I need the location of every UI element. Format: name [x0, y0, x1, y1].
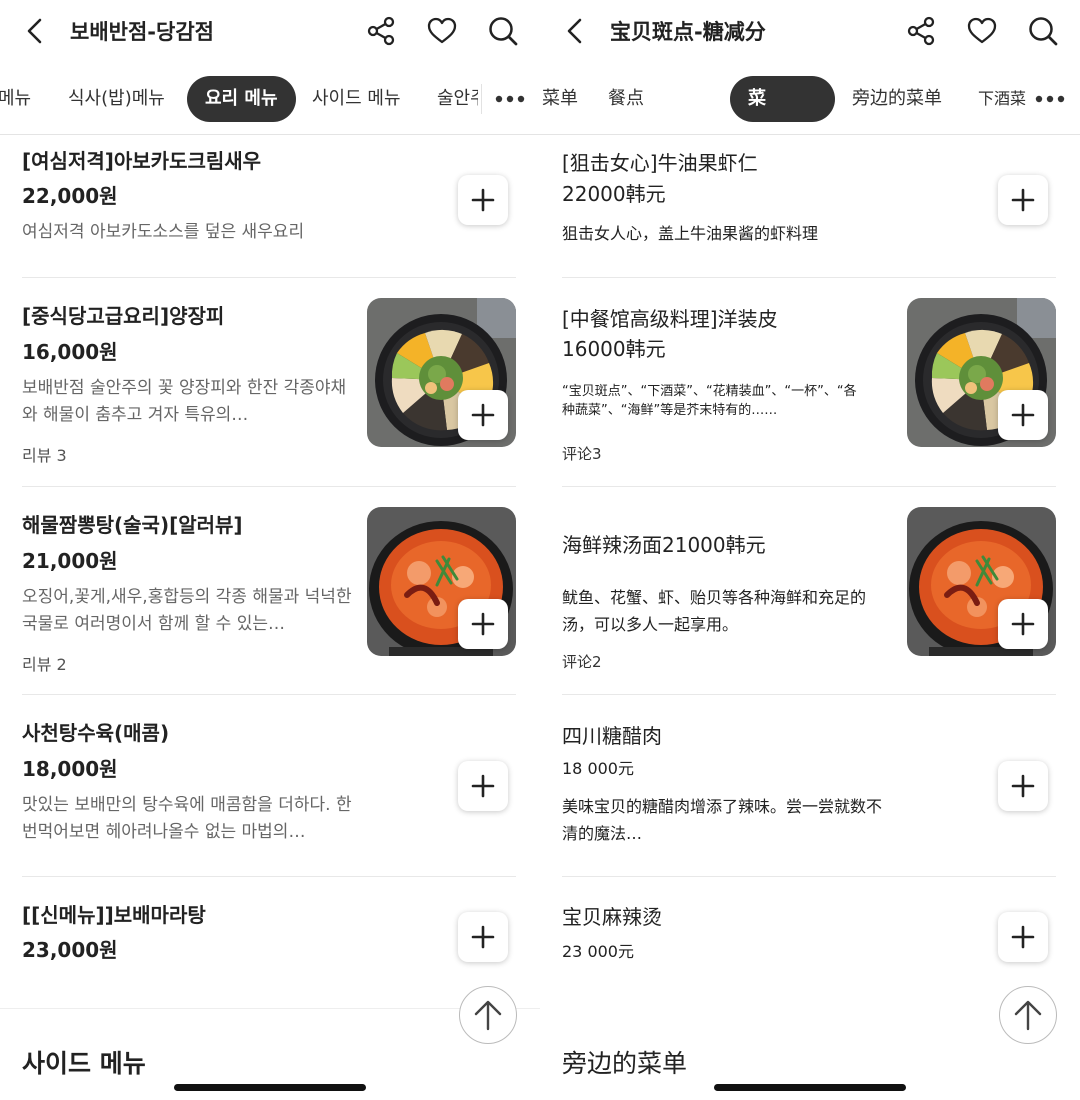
- share-icon[interactable]: [364, 14, 398, 48]
- store-title: 宝贝斑点-糖减分: [610, 20, 766, 44]
- add-to-cart-button[interactable]: [998, 599, 1048, 649]
- item-description: 오징어,꽃게,새우,홍합등의 각종 해물과 넉넉한 국물로 여러명이서 함께 할…: [22, 587, 352, 634]
- add-to-cart-button[interactable]: [458, 761, 508, 811]
- back-arrow-icon[interactable]: [558, 14, 592, 48]
- tab-side[interactable]: 사이드 메뉴: [312, 76, 401, 122]
- item-price: 16,000원: [22, 340, 118, 364]
- item-description: “宝贝斑点”、“下酒菜”、“花精装血”、“一杯”、“各种蔬菜”、“海鲜”等是芥末…: [562, 384, 857, 418]
- tab-meal[interactable]: 餐点: [608, 76, 644, 122]
- add-to-cart-button[interactable]: [998, 390, 1048, 440]
- item-name: [여심저격]아보카도크림새우: [22, 149, 262, 173]
- tabs-divider-line: [0, 134, 540, 135]
- item-description: 美味宝贝的糖醋肉增添了辣味。尝一尝就数不清的魔法…: [562, 797, 883, 843]
- tab-snacks[interactable]: 下酒菜: [978, 76, 1026, 122]
- tab-menu[interactable]: 菜单: [542, 76, 578, 122]
- tab-side[interactable]: 旁边的菜单: [852, 76, 942, 122]
- item-name: 해물짬뽕탕(술국)[알러뷰]: [22, 513, 243, 537]
- header: 宝贝斑点-糖减分: [540, 0, 1080, 64]
- add-to-cart-button[interactable]: [998, 175, 1048, 225]
- scroll-up-arrow-icon[interactable]: [999, 986, 1057, 1044]
- menu-category-tabs: 메뉴 식사(밥)메뉴 요리 메뉴 사이드 메뉴 술안주: [0, 76, 540, 122]
- home-indicator[interactable]: [714, 1084, 906, 1091]
- item-separator: [562, 277, 1056, 278]
- heart-icon[interactable]: [965, 14, 999, 48]
- item-name: 宝贝麻辣烫: [562, 905, 662, 929]
- item-price: 18,000원: [22, 757, 118, 781]
- item-price: 22000韩元: [562, 182, 666, 206]
- add-to-cart-button[interactable]: [458, 175, 508, 225]
- item-description: 보배반점 술안주의 꽃 양장피와 한잔 각종야채와 해물이 춤추고 겨자 특유의…: [22, 378, 347, 425]
- section-title: 사이드 메뉴: [22, 1049, 146, 1078]
- item-name: 사천탕수육(매콤): [22, 721, 170, 745]
- add-to-cart-button[interactable]: [998, 912, 1048, 962]
- scroll-up-arrow-icon[interactable]: [459, 986, 517, 1044]
- item-separator: [22, 694, 516, 695]
- item-separator: [562, 486, 1056, 487]
- tab-dishes[interactable]: 菜: [730, 76, 835, 122]
- item-price: 16000韩元: [562, 337, 666, 361]
- item-price: 23 000元: [562, 942, 634, 961]
- home-indicator[interactable]: [174, 1084, 366, 1091]
- item-price: 21,000원: [22, 549, 118, 573]
- item-name: 四川糖醋肉: [562, 724, 662, 748]
- add-to-cart-button[interactable]: [458, 599, 508, 649]
- review-count: 评论3: [562, 445, 602, 463]
- heart-icon[interactable]: [425, 14, 459, 48]
- item-separator: [22, 486, 516, 487]
- item-separator: [562, 876, 1056, 877]
- item-separator: [562, 694, 1056, 695]
- item-description: 鱿鱼、花蟹、虾、贻贝等各种海鲜和充足的汤，可以多人一起享用。: [562, 588, 867, 634]
- item-price: 23,000원: [22, 938, 118, 962]
- item-description: 狙击女人心，盖上牛油果酱的虾料理: [562, 224, 819, 243]
- share-icon[interactable]: [904, 14, 938, 48]
- tab-dishes[interactable]: 요리 메뉴: [187, 76, 296, 122]
- item-description: 맛있는 보배만의 탕수육에 매콤함을 더하다. 한번먹어보면 헤아려나올수 없는…: [22, 795, 352, 842]
- tabs-divider: [481, 84, 482, 114]
- tab-meal[interactable]: 식사(밥)메뉴: [68, 76, 165, 122]
- item-separator: [22, 277, 516, 278]
- korean-menu-screen: 보배반점-당감점 메뉴 식사(밥)메뉴 요리 메뉴 사이드 메뉴 술안주 [여심…: [0, 0, 540, 1100]
- item-description: 여심저격 아보카도소스를 덮은 새우요리: [22, 222, 305, 242]
- item-name: [중식당고급요리]양장피: [22, 304, 225, 328]
- section-title: 旁边的菜单: [562, 1049, 688, 1078]
- item-name: [狙击女心]牛油果虾仁: [562, 151, 758, 175]
- tabs-divider-line: [540, 134, 1080, 135]
- add-to-cart-button[interactable]: [458, 390, 508, 440]
- more-dots-icon[interactable]: [1034, 84, 1066, 114]
- review-count: 리뷰 2: [22, 655, 67, 674]
- item-name: [中餐馆高级料理]洋装皮: [562, 307, 778, 331]
- item-price: 22,000원: [22, 184, 118, 208]
- search-icon[interactable]: [1026, 14, 1060, 48]
- review-count: 评论2: [562, 653, 602, 671]
- item-separator: [22, 876, 516, 877]
- search-icon[interactable]: [486, 14, 520, 48]
- review-count: 리뷰 3: [22, 446, 67, 465]
- item-price: 18 000元: [562, 759, 634, 778]
- add-to-cart-button[interactable]: [998, 761, 1048, 811]
- back-arrow-icon[interactable]: [18, 14, 52, 48]
- header: 보배반점-당감점: [0, 0, 540, 64]
- item-name: [[신메뉴]]보배마라탕: [22, 903, 206, 927]
- store-title: 보배반점-당감점: [70, 20, 214, 44]
- more-dots-icon[interactable]: [494, 84, 526, 114]
- add-to-cart-button[interactable]: [458, 912, 508, 962]
- menu-category-tabs: 菜单 餐点 菜 旁边的菜单 下酒菜: [540, 76, 1080, 122]
- item-name: 海鲜辣汤面21000韩元: [562, 533, 766, 557]
- chinese-menu-screen: 宝贝斑点-糖减分 菜单 餐点 菜 旁边的菜单 下酒菜 [狙击女心]牛油果虾仁 2…: [540, 0, 1080, 1100]
- tab-menu[interactable]: 메뉴: [0, 76, 31, 122]
